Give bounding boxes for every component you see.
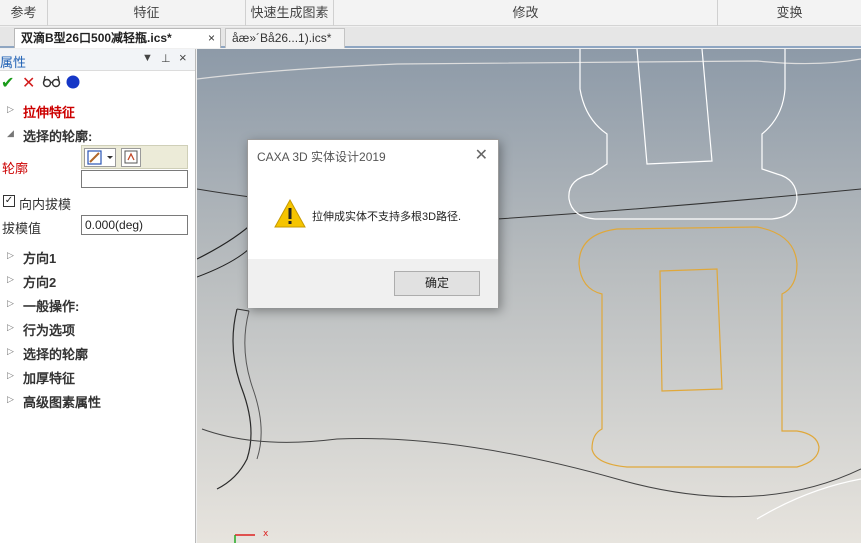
tab-inactive-label: åæ»´Bå26...1).ics*: [232, 31, 332, 45]
ribbon-group-transform[interactable]: 变换: [718, 0, 861, 26]
section-label: 选择的轮廓: [23, 347, 89, 362]
section-label: 加厚特征: [23, 371, 76, 386]
close-icon[interactable]: ✕: [475, 145, 488, 165]
section-selected-profile[interactable]: ▷ 选择的轮廓: [0, 341, 196, 363]
cancel-x-icon[interactable]: ✕: [22, 73, 35, 93]
section-advanced[interactable]: ▷ 高级图素属性: [0, 389, 196, 411]
dropdown-arrow-icon[interactable]: ▼: [142, 52, 153, 64]
confirm-check-icon[interactable]: ✔: [1, 73, 14, 93]
tab-inactive-document[interactable]: åæ»´Bå26...1).ics*: [225, 28, 345, 48]
section-direction2[interactable]: ▷ 方向2: [0, 269, 196, 291]
draft-inward-checkbox[interactable]: ✓: [3, 195, 15, 207]
dialog-title: CAXA 3D 实体设计2019: [257, 150, 386, 164]
collapse-triangle-icon[interactable]: ◢: [7, 128, 14, 139]
section-label: 一般操作:: [23, 299, 80, 314]
profile-label: 轮廓: [2, 161, 29, 176]
close-icon[interactable]: ×: [208, 29, 215, 48]
axis-x-label: x: [263, 529, 269, 539]
ribbon-group-bar: 参考 特征 快速生成图素 修改 变换: [0, 0, 861, 26]
ribbon-group-feature[interactable]: 特征: [48, 0, 246, 26]
panel-toolbar: ✔ ✕: [0, 71, 195, 95]
preview-glasses-icon[interactable]: [42, 74, 62, 91]
tab-active-document[interactable]: 双滴B型26口500减轻瓶.ics* ×: [14, 28, 221, 48]
draft-value-input[interactable]: 0.000(deg): [81, 215, 188, 235]
tab-active-label: 双滴B型26口500减轻瓶.ics*: [21, 31, 172, 45]
dialog-footer: 确定: [248, 259, 498, 308]
expand-triangle-icon[interactable]: ▷: [7, 394, 14, 405]
profile-input[interactable]: [81, 170, 188, 188]
section-label: 方向2: [23, 275, 57, 290]
document-tab-bar: 双滴B型26口500减轻瓶.ics* × åæ»´Bå26...1).ics*: [0, 27, 861, 48]
expand-triangle-icon[interactable]: ▷: [7, 322, 14, 333]
warning-icon: [274, 198, 306, 232]
section-direction1[interactable]: ▷ 方向1: [0, 245, 196, 267]
panel-title: 属性: [0, 55, 27, 70]
close-icon[interactable]: ×: [179, 50, 187, 65]
property-panel: 属性 ▼ ⊥ × ✔ ✕ ▷ 拉伸特征 ◢ 选择的轮廓: 轮廓 ✓ 向内拔模 拔…: [0, 49, 196, 543]
draft-inward-label: 向内拔模: [19, 197, 72, 212]
message-dialog: CAXA 3D 实体设计2019 ✕ 拉伸成实体不支持多根3D路径. 确定: [247, 139, 499, 308]
section-label: 拉伸特征: [23, 105, 76, 120]
section-label: 选择的轮廓:: [23, 129, 93, 144]
expand-triangle-icon[interactable]: ▷: [7, 298, 14, 309]
ribbon-group-reference[interactable]: 参考: [0, 0, 48, 26]
panel-header: 属性 ▼ ⊥ ×: [0, 49, 195, 71]
ok-button[interactable]: 确定: [394, 271, 480, 296]
expand-triangle-icon[interactable]: ▷: [7, 370, 14, 381]
profile-pick-button[interactable]: [121, 148, 141, 167]
expand-triangle-icon[interactable]: ▷: [7, 274, 14, 285]
section-selected-profile-header[interactable]: ◢ 选择的轮廓:: [0, 123, 196, 145]
sketch-edit-button[interactable]: [84, 148, 116, 167]
expand-triangle-icon[interactable]: ▷: [7, 346, 14, 357]
section-label: 高级图素属性: [23, 395, 102, 410]
dialog-message: 拉伸成实体不支持多根3D路径.: [312, 211, 462, 223]
pin-icon[interactable]: ⊥: [161, 52, 171, 65]
section-label: 行为选项: [23, 323, 76, 338]
section-general-ops[interactable]: ▷ 一般操作:: [0, 293, 196, 315]
expand-triangle-icon[interactable]: ▷: [7, 104, 14, 115]
section-thicken[interactable]: ▷ 加厚特征: [0, 365, 196, 387]
draft-value-label: 拔模值: [2, 221, 42, 236]
section-extrude-feature[interactable]: ▷ 拉伸特征: [0, 99, 196, 121]
expand-triangle-icon[interactable]: ▷: [7, 250, 14, 261]
ribbon-group-quick-generate[interactable]: 快速生成图素: [246, 0, 334, 26]
profile-selector: [81, 145, 188, 169]
section-label: 方向1: [23, 251, 57, 266]
section-behavior[interactable]: ▷ 行为选项: [0, 317, 196, 339]
ribbon-group-modify[interactable]: 修改: [334, 0, 718, 26]
help-circle-icon[interactable]: [66, 75, 80, 94]
